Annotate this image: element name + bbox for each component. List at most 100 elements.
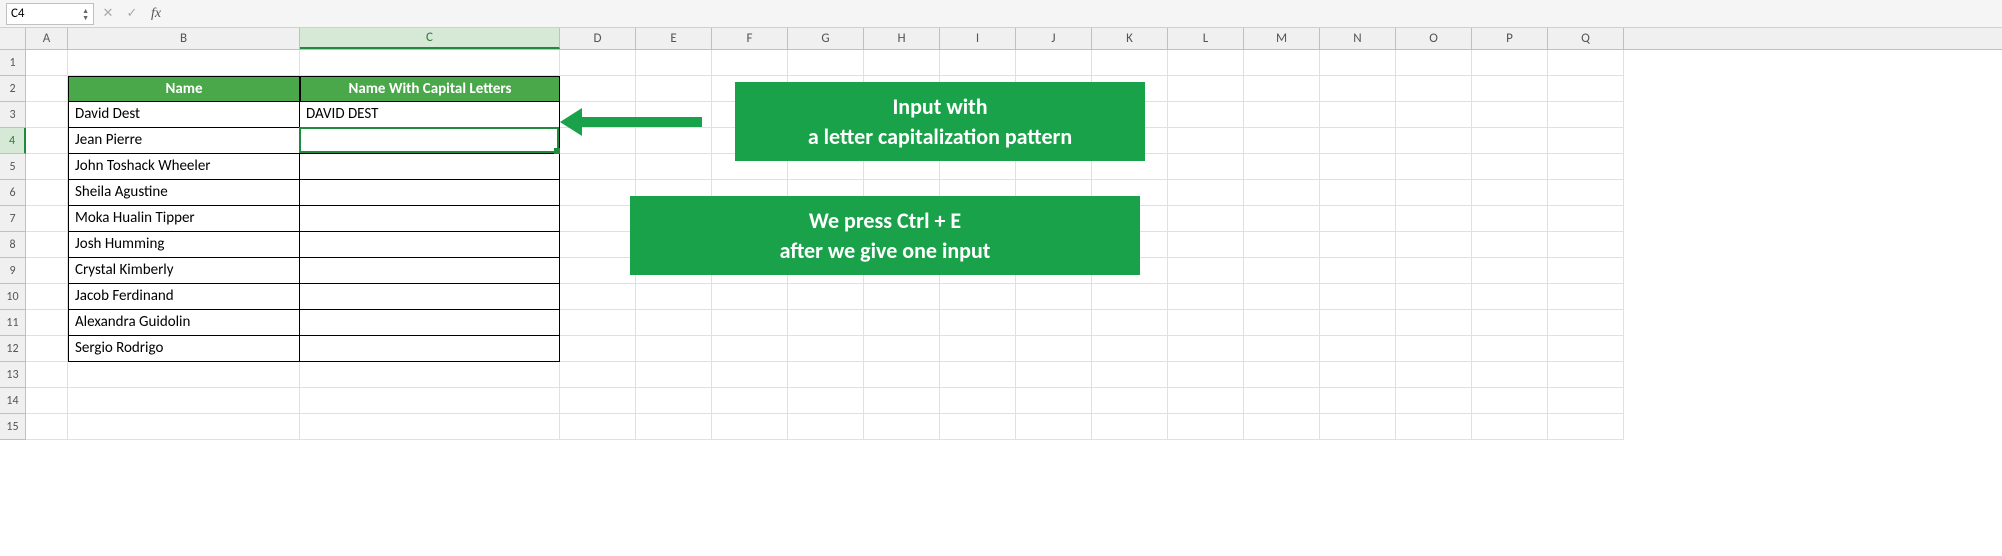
cell-I1[interactable] — [940, 50, 1016, 76]
cell-Q9[interactable] — [1548, 258, 1624, 284]
cell-B14[interactable] — [68, 388, 300, 414]
cell-E15[interactable] — [636, 414, 712, 440]
cell-E2[interactable] — [636, 76, 712, 102]
cell-N9[interactable] — [1320, 258, 1396, 284]
cell-H1[interactable] — [864, 50, 940, 76]
cell-A7[interactable] — [26, 206, 68, 232]
cell-J11[interactable] — [1016, 310, 1092, 336]
cell-P2[interactable] — [1472, 76, 1548, 102]
cell-M4[interactable] — [1244, 128, 1320, 154]
cell-M2[interactable] — [1244, 76, 1320, 102]
cell-D15[interactable] — [560, 414, 636, 440]
cell-K10[interactable] — [1092, 284, 1168, 310]
cell-B2[interactable]: Name — [68, 76, 300, 102]
cell-B4[interactable]: Jean Pierre — [68, 128, 300, 154]
cell-P14[interactable] — [1472, 388, 1548, 414]
cell-A14[interactable] — [26, 388, 68, 414]
cell-A3[interactable] — [26, 102, 68, 128]
cell-B8[interactable]: Josh Humming — [68, 232, 300, 258]
cell-B15[interactable] — [68, 414, 300, 440]
column-header-Q[interactable]: Q — [1548, 28, 1624, 49]
cell-Q8[interactable] — [1548, 232, 1624, 258]
cancel-icon[interactable]: ✕ — [98, 3, 118, 25]
cell-K13[interactable] — [1092, 362, 1168, 388]
cell-J13[interactable] — [1016, 362, 1092, 388]
cell-A1[interactable] — [26, 50, 68, 76]
cell-N12[interactable] — [1320, 336, 1396, 362]
cell-E14[interactable] — [636, 388, 712, 414]
cell-B12[interactable]: Sergio Rodrigo — [68, 336, 300, 362]
cell-N8[interactable] — [1320, 232, 1396, 258]
cell-L7[interactable] — [1168, 206, 1244, 232]
cell-N5[interactable] — [1320, 154, 1396, 180]
cell-F1[interactable] — [712, 50, 788, 76]
cell-C5[interactable] — [300, 154, 560, 180]
cell-D14[interactable] — [560, 388, 636, 414]
cell-D9[interactable] — [560, 258, 636, 284]
cell-P8[interactable] — [1472, 232, 1548, 258]
cell-D7[interactable] — [560, 206, 636, 232]
cell-I13[interactable] — [940, 362, 1016, 388]
cell-I15[interactable] — [940, 414, 1016, 440]
row-header-12[interactable]: 12 — [0, 336, 26, 362]
cell-L8[interactable] — [1168, 232, 1244, 258]
cell-C14[interactable] — [300, 388, 560, 414]
cell-Q12[interactable] — [1548, 336, 1624, 362]
cell-Q14[interactable] — [1548, 388, 1624, 414]
cell-Q10[interactable] — [1548, 284, 1624, 310]
cell-C11[interactable] — [300, 310, 560, 336]
cell-P3[interactable] — [1472, 102, 1548, 128]
cell-E12[interactable] — [636, 336, 712, 362]
cell-P15[interactable] — [1472, 414, 1548, 440]
spreadsheet-grid[interactable]: ABCDEFGHIJKLMNOPQ 12NameName With Capita… — [0, 28, 2002, 440]
cell-E5[interactable] — [636, 154, 712, 180]
select-all-corner[interactable] — [0, 28, 26, 49]
cell-L9[interactable] — [1168, 258, 1244, 284]
cell-Q1[interactable] — [1548, 50, 1624, 76]
cell-J15[interactable] — [1016, 414, 1092, 440]
cell-G11[interactable] — [788, 310, 864, 336]
cell-L4[interactable] — [1168, 128, 1244, 154]
cell-B6[interactable]: Sheila Agustine — [68, 180, 300, 206]
cell-A13[interactable] — [26, 362, 68, 388]
row-header-14[interactable]: 14 — [0, 388, 26, 414]
cell-H14[interactable] — [864, 388, 940, 414]
cell-F14[interactable] — [712, 388, 788, 414]
cell-C10[interactable] — [300, 284, 560, 310]
cell-L14[interactable] — [1168, 388, 1244, 414]
cell-Q15[interactable] — [1548, 414, 1624, 440]
cell-A12[interactable] — [26, 336, 68, 362]
cell-Q7[interactable] — [1548, 206, 1624, 232]
cell-K12[interactable] — [1092, 336, 1168, 362]
cell-N3[interactable] — [1320, 102, 1396, 128]
cell-L15[interactable] — [1168, 414, 1244, 440]
cell-A4[interactable] — [26, 128, 68, 154]
cell-O14[interactable] — [1396, 388, 1472, 414]
cell-D1[interactable] — [560, 50, 636, 76]
cell-M15[interactable] — [1244, 414, 1320, 440]
cell-F11[interactable] — [712, 310, 788, 336]
row-header-1[interactable]: 1 — [0, 50, 26, 76]
cell-D11[interactable] — [560, 310, 636, 336]
cell-B10[interactable]: Jacob Ferdinand — [68, 284, 300, 310]
cell-H15[interactable] — [864, 414, 940, 440]
column-header-I[interactable]: I — [940, 28, 1016, 49]
cell-G10[interactable] — [788, 284, 864, 310]
cell-N11[interactable] — [1320, 310, 1396, 336]
cell-O4[interactable] — [1396, 128, 1472, 154]
row-header-9[interactable]: 9 — [0, 258, 26, 284]
cell-C9[interactable] — [300, 258, 560, 284]
cell-K14[interactable] — [1092, 388, 1168, 414]
cell-J10[interactable] — [1016, 284, 1092, 310]
cell-C2[interactable]: Name With Capital Letters — [300, 76, 560, 102]
cell-E13[interactable] — [636, 362, 712, 388]
cell-Q4[interactable] — [1548, 128, 1624, 154]
row-header-10[interactable]: 10 — [0, 284, 26, 310]
cell-J12[interactable] — [1016, 336, 1092, 362]
column-header-D[interactable]: D — [560, 28, 636, 49]
cell-B1[interactable] — [68, 50, 300, 76]
cell-A9[interactable] — [26, 258, 68, 284]
cell-P5[interactable] — [1472, 154, 1548, 180]
cell-M13[interactable] — [1244, 362, 1320, 388]
cell-P13[interactable] — [1472, 362, 1548, 388]
